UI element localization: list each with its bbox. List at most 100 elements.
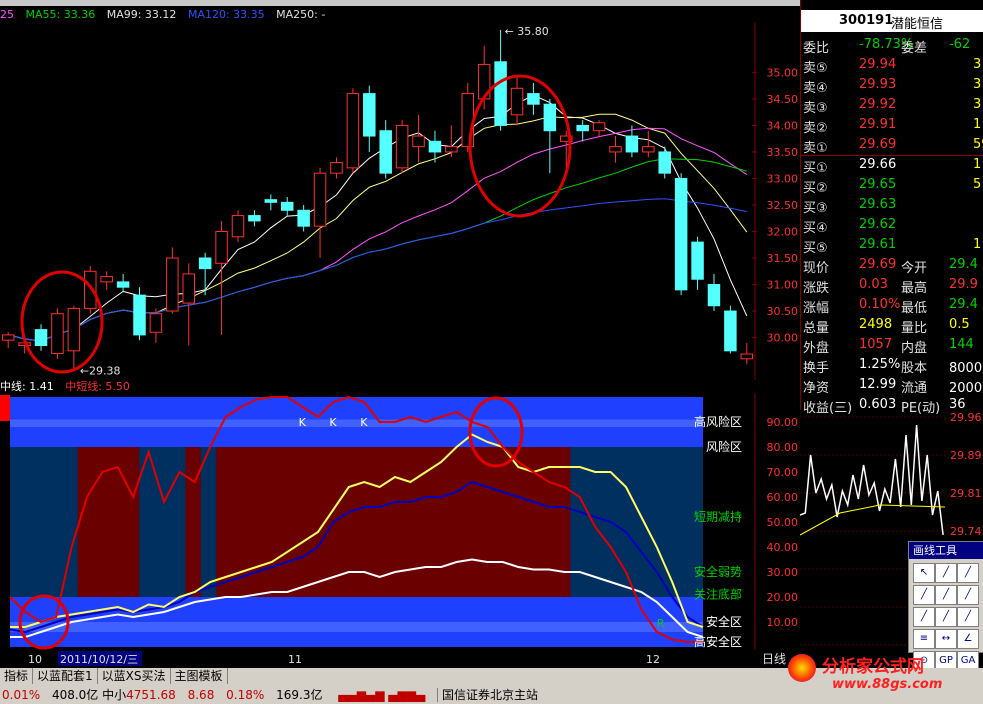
quote-label: 卖④ [803, 81, 828, 96]
tab-indicator[interactable]: 指标 [0, 668, 34, 684]
quote-volume: 3 [973, 97, 982, 112]
quote-value: 8000万 [949, 361, 983, 376]
candle-body [625, 135, 639, 153]
quote-value: 29.94 [859, 57, 897, 72]
quote-value: 29.69 [859, 257, 897, 272]
candle-body [67, 307, 81, 352]
price-tick-label: 34.50 [767, 93, 799, 106]
ma-line [8, 198, 747, 342]
draw-tool-button[interactable]: ╱ [913, 607, 935, 627]
hold-band [185, 447, 201, 597]
draw-tool-button[interactable]: ∠ [957, 629, 979, 649]
candle-body [576, 124, 589, 132]
draw-tool-button[interactable]: ≡ [913, 629, 935, 649]
mini-tick-label: 29.96 [950, 411, 982, 424]
watermark-url: www.88gs.com [832, 677, 943, 692]
indicator-tick-label: 90.00 [767, 416, 799, 429]
hold-band [231, 447, 571, 597]
price-tick-label: 32.00 [767, 225, 799, 238]
candle-body [330, 162, 343, 174]
price-tick-label: 32.50 [767, 199, 799, 212]
price-tick-label: 33.50 [767, 146, 799, 159]
candle-body [609, 146, 622, 153]
draw-tool-button[interactable]: ╱ [935, 585, 957, 605]
quote-row: 卖⑤ 29.94 3 [801, 56, 983, 76]
watermark-title: 分析家公式网 [822, 657, 924, 677]
candle-body [445, 146, 458, 153]
quote-value: 2498 [859, 317, 893, 332]
quote-value: 29.4 [949, 297, 978, 312]
quote-row: 净资 12.99 流通 2000万 [801, 376, 983, 396]
zone-label: 高风险区 [694, 414, 742, 429]
quote-panel: 300191 潜能恒信 委比 -78.73% 委差 -62 卖⑤ 29.94 3 卖④ 29.9… [800, 0, 983, 416]
tab-main-template[interactable]: 主图模板 [171, 668, 228, 684]
draw-tool-button[interactable]: ╱ [957, 563, 979, 583]
quote-label: 量比 [901, 321, 928, 336]
zone-label: 关注底部 [694, 587, 742, 602]
ma-line [8, 127, 748, 342]
tab-template-1[interactable]: 以蓝配套1 [33, 668, 98, 684]
tab-template-xs[interactable]: 以蓝XS买法 [98, 668, 171, 684]
draw-tool-button[interactable]: ↖ [913, 563, 935, 583]
candle-body [248, 215, 261, 222]
zone-label: 短期减持 [694, 509, 742, 524]
quote-row: 买③ 29.63 [801, 196, 983, 216]
index-name: 中小 [102, 688, 127, 702]
ma-legend-item: MA250: - [276, 8, 326, 21]
quote-value: 1057 [859, 337, 893, 352]
candle-body [280, 201, 294, 211]
quote-row: 外盘 1057 内盘 144 [801, 336, 983, 356]
quote-label: 卖③ [803, 101, 828, 116]
candle-body [428, 140, 442, 153]
candle-body [182, 273, 195, 304]
quote-label: 最低 [901, 301, 928, 316]
price-tick-label: 30.00 [767, 332, 799, 345]
quote-row: 卖① 29.69 59 [801, 136, 983, 156]
quote-row: 卖② 29.91 1 [801, 116, 983, 136]
ma-line [8, 158, 747, 342]
indicator-legend: 中线: 1.41 中短线: 5.50 [0, 378, 138, 393]
quote-value: 29.63 [859, 197, 897, 212]
indicator-chart[interactable]: K K K R 90.00 80.00 70.00 60.00 50.00 40.00 30.00 2… [0, 393, 800, 651]
quote-value: 12.99 [859, 377, 897, 392]
zone-stripe [10, 622, 703, 632]
quote-value: 1.25% [859, 357, 901, 372]
quote-label: 买① [803, 161, 828, 176]
market-amount: 408.0亿 [51, 688, 99, 702]
k-signal-mark: K [329, 416, 337, 429]
draw-tool-button[interactable]: ↔ [935, 629, 957, 649]
candle-body [116, 281, 130, 288]
draw-tool-button[interactable]: ╱ [935, 607, 957, 627]
candle-body [395, 124, 409, 169]
mini-tick-label: 29.74 [950, 525, 982, 538]
index-amount: 169.3亿 [276, 688, 323, 702]
candle-body [34, 329, 48, 347]
draw-tool-button[interactable]: ╱ [935, 563, 957, 583]
quote-label: 卖⑤ [803, 61, 828, 76]
flower-logo-icon [788, 654, 816, 682]
quote-value: 29.65 [859, 177, 897, 192]
candle-body [740, 353, 754, 360]
quote-value: 29.93 [859, 77, 897, 92]
quote-label: 涨幅 [803, 301, 830, 316]
quote-label: 净资 [803, 381, 830, 396]
date-tick-label: 10 [28, 653, 42, 666]
candle-body [642, 146, 655, 153]
k-signal-mark: K [360, 416, 368, 429]
drawing-tool-panel: 画线工具 ↖ ╱ ╱ ╱ ╱ ╱ ╱ ╱ ╱ ≡ ↔ ∠ ⊙ GP GA [908, 541, 983, 671]
candle-body [313, 172, 327, 227]
draw-tool-button[interactable]: ╱ [913, 585, 935, 605]
quote-value: 29.9 [949, 277, 978, 292]
candle-body [264, 199, 278, 203]
draw-tool-button[interactable]: ╱ [957, 585, 979, 605]
price-tick-label: 30.50 [767, 305, 799, 318]
ind-legend-item: 中线: 1.41 [0, 380, 54, 393]
indicator-tick-label: 80.00 [767, 441, 799, 454]
high-price-label: ← 35.80 [505, 25, 549, 38]
quote-label: 股本 [901, 361, 928, 376]
price-chart[interactable]: 35.00 34.50 34.00 33.50 33.00 32.50 32.00 31.50… [0, 22, 800, 380]
draw-tool-button[interactable]: ╱ [957, 607, 979, 627]
indicator-tick-label: 20.00 [767, 591, 799, 604]
stock-code: 300191 [839, 13, 894, 28]
candle-body [724, 310, 737, 352]
